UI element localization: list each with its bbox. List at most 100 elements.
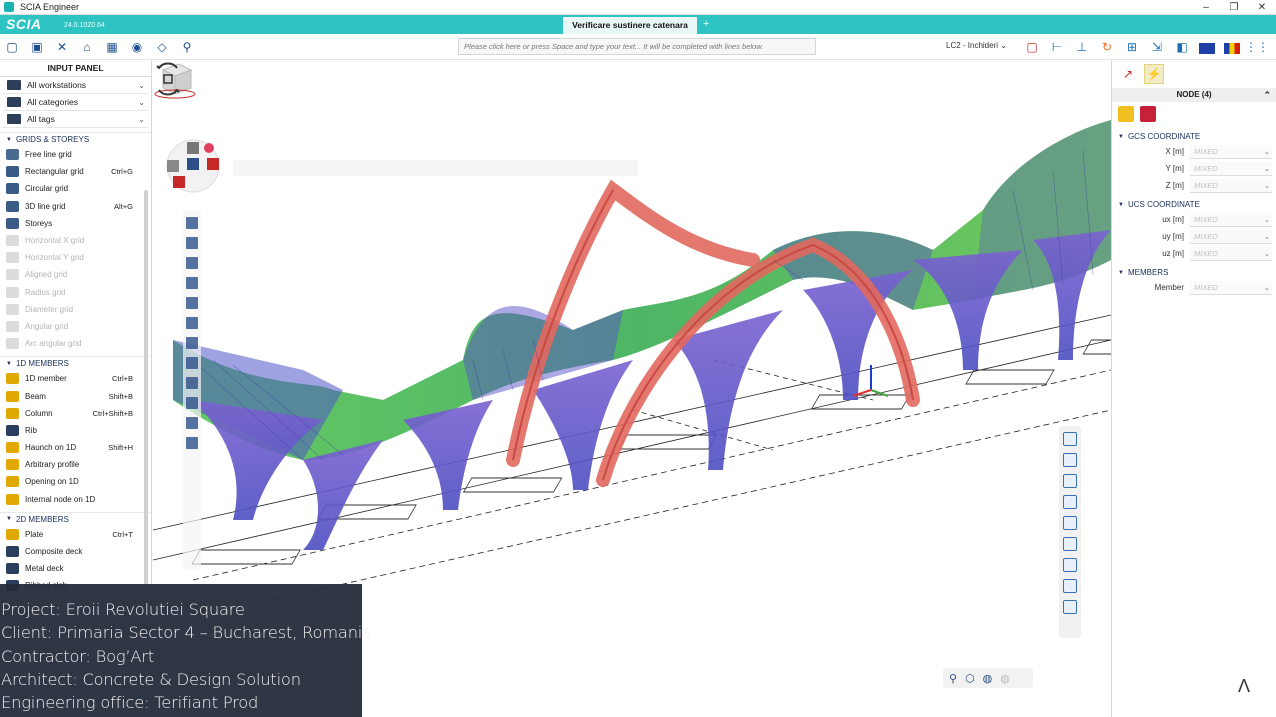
panel-item[interactable]: 3D line grid Alt+G xyxy=(0,198,151,215)
property-section-header[interactable]: ▼ GCS COORDINATE xyxy=(1112,130,1276,143)
panel-item[interactable]: Internal node on 1D xyxy=(0,491,151,508)
layers-icon[interactable] xyxy=(186,417,198,429)
tab-properties[interactable]: ↗ xyxy=(1118,64,1138,84)
close-button[interactable]: ✕ xyxy=(1248,0,1276,15)
window-icon[interactable]: ▢ xyxy=(1024,39,1040,55)
person-icon[interactable] xyxy=(1063,474,1077,488)
property-value-field[interactable]: MIXED ⌄ xyxy=(1190,246,1272,261)
panel-item[interactable]: Storeys xyxy=(0,215,151,232)
action-member-icon[interactable] xyxy=(1140,106,1156,122)
new-project-icon[interactable]: ▢ xyxy=(4,39,20,55)
panel-item[interactable]: Opening on 1D xyxy=(0,473,151,490)
draw-member-icon[interactable] xyxy=(186,237,198,249)
language-ro-icon[interactable] xyxy=(1224,39,1240,55)
menu-grid-icon[interactable]: ⋮⋮ xyxy=(1245,39,1269,55)
panel-item[interactable]: Rib xyxy=(0,422,151,439)
panel-item[interactable]: Arbitrary profile xyxy=(0,456,151,473)
panel-item[interactable]: Rectangular grid Ctrl+G xyxy=(0,163,151,180)
group-header[interactable]: ▼ GRIDS & STOREYS xyxy=(0,132,151,146)
load-icon[interactable]: ⌂ xyxy=(79,39,95,55)
hidden-icon[interactable]: ◍ xyxy=(1000,672,1010,685)
draw-polyline-icon[interactable] xyxy=(186,277,198,289)
nodes-icon[interactable]: ⊢ xyxy=(1049,39,1065,55)
filter-icon xyxy=(7,97,21,107)
support-icon[interactable] xyxy=(186,357,198,369)
frame-view-icon[interactable] xyxy=(1063,432,1077,446)
model-icon[interactable]: ▦ xyxy=(104,39,120,55)
property-value-field[interactable]: MIXED ⌄ xyxy=(1190,144,1272,159)
panel-item[interactable]: Free line grid xyxy=(0,146,151,163)
plate-icon[interactable] xyxy=(1063,537,1077,551)
load-case-select[interactable]: LC2 - Inchideri ⌄ xyxy=(946,41,1007,50)
panel-item[interactable]: 1D member Ctrl+B xyxy=(0,370,151,387)
add-tab-button[interactable]: + xyxy=(703,17,709,32)
tab-actions[interactable]: ⚡ xyxy=(1144,64,1164,84)
collapse-up-icon[interactable]: ⌃ xyxy=(1263,88,1271,102)
property-key: uy [m] xyxy=(1162,232,1184,241)
group-header[interactable]: ▼ 1D MEMBERS xyxy=(0,356,151,370)
filter-dropdown[interactable]: All tags ⌄ xyxy=(3,111,148,128)
language-eu-icon[interactable] xyxy=(1199,39,1215,55)
group-header[interactable]: ▼ 2D MEMBERS xyxy=(0,511,151,526)
align-icon[interactable] xyxy=(1063,495,1077,509)
book-icon[interactable]: ◇ xyxy=(154,39,170,55)
panel-item[interactable]: Metal deck xyxy=(0,560,151,577)
property-section-header[interactable]: ▼ UCS COORDINATE xyxy=(1112,198,1276,211)
members-icon[interactable]: ⊥ xyxy=(1074,39,1090,55)
view-3d-icon[interactable]: ⬡ xyxy=(965,672,975,685)
draw-node-icon[interactable] xyxy=(186,217,198,229)
minimize-button[interactable]: – xyxy=(1192,0,1220,15)
draw-arc-icon[interactable] xyxy=(186,257,198,269)
paint-icon[interactable] xyxy=(186,317,198,329)
action-lightning-icon[interactable] xyxy=(1118,106,1134,122)
caret-up-icon[interactable]: Λ xyxy=(1238,676,1250,697)
zoom-icon[interactable]: ⚲ xyxy=(949,672,957,685)
frame-view-2-icon[interactable] xyxy=(1063,453,1077,467)
input-panel-scrollbar[interactable] xyxy=(144,190,148,640)
view-cube-navigator[interactable] xyxy=(161,138,225,194)
panel-item[interactable]: Circular grid xyxy=(0,180,151,197)
dimension-icon[interactable] xyxy=(186,437,198,449)
command-line-input[interactable]: Please click here or press Space and typ… xyxy=(458,38,816,55)
tab-document[interactable]: Verificare sustinere catenara xyxy=(563,17,697,34)
panel-item[interactable]: Haunch on 1D Shift+H xyxy=(0,439,151,456)
screen-icon[interactable]: ◧ xyxy=(1174,39,1190,55)
property-value-field[interactable]: MIXED ⌄ xyxy=(1190,212,1272,227)
view-side-toolbar xyxy=(183,210,201,570)
refresh-icon[interactable]: ↻ xyxy=(1099,39,1115,55)
settings-icon[interactable]: ⊞ xyxy=(1124,39,1140,55)
item-icon xyxy=(6,546,19,558)
select-icon[interactable] xyxy=(186,397,198,409)
structure-icon[interactable]: ✕ xyxy=(54,39,70,55)
info-line: Contractor: Bog’Art xyxy=(1,646,155,666)
panel-item[interactable]: Plate Ctrl+T xyxy=(0,526,151,543)
dots-grid-icon[interactable] xyxy=(1063,579,1077,593)
render-icon[interactable]: ◍ xyxy=(983,672,993,685)
panel-item[interactable]: Column Ctrl+Shift+B xyxy=(0,405,151,422)
hinge-icon[interactable] xyxy=(186,377,198,389)
database-icon[interactable] xyxy=(1063,516,1077,530)
panel-item[interactable]: Composite deck xyxy=(0,543,151,560)
property-value-field[interactable]: MIXED ⌄ xyxy=(1190,161,1272,176)
property-section-header[interactable]: ▼ MEMBERS xyxy=(1112,266,1276,279)
maximize-button[interactable]: ❐ xyxy=(1220,0,1248,15)
item-label: Arc angular grid xyxy=(25,339,82,349)
visibility-icon[interactable] xyxy=(1063,600,1077,614)
snap-icon[interactable] xyxy=(186,297,198,309)
property-value-field[interactable]: MIXED ⌄ xyxy=(1190,229,1272,244)
export-icon[interactable]: ⇲ xyxy=(1149,39,1165,55)
beam-icon[interactable] xyxy=(1063,558,1077,572)
item-icon xyxy=(6,338,19,350)
open-project-icon[interactable]: ▣ xyxy=(29,39,45,55)
panel-item[interactable]: Beam Shift+B xyxy=(0,387,151,404)
property-section-title: GCS COORDINATE xyxy=(1127,132,1201,141)
section-icon[interactable] xyxy=(186,337,198,349)
filter-dropdown[interactable]: All workstations ⌄ xyxy=(3,77,148,94)
property-key: Z [m] xyxy=(1165,181,1184,190)
search-icon[interactable]: ⚲ xyxy=(179,39,195,55)
property-value-field[interactable]: MIXED ⌄ xyxy=(1190,178,1272,193)
view-toolbar-strip[interactable] xyxy=(233,160,638,176)
property-value-field[interactable]: MIXED ⌄ xyxy=(1190,280,1272,295)
filter-dropdown[interactable]: All categories ⌄ xyxy=(3,94,148,111)
view-icon[interactable]: ◉ xyxy=(129,39,145,55)
